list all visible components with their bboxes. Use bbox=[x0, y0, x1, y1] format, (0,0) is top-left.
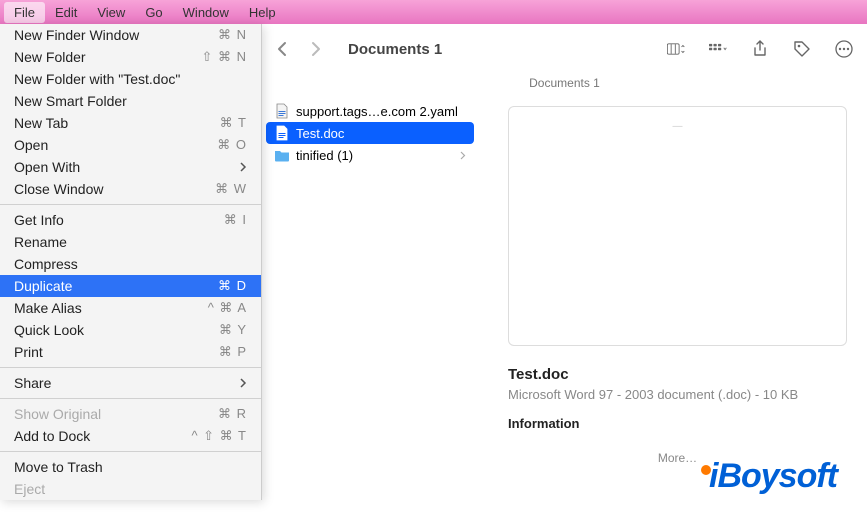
menu-item-label: Add to Dock bbox=[14, 428, 90, 444]
menu-shortcut: ⌘ D bbox=[218, 278, 247, 294]
menu-item-duplicate[interactable]: Duplicate ⌘ D bbox=[0, 275, 261, 297]
menu-item-label: New Folder bbox=[14, 49, 86, 65]
menu-item-close-window[interactable]: Close Window ⌘ W bbox=[0, 178, 261, 200]
menu-item-label: Move to Trash bbox=[14, 459, 103, 475]
finder-window: Documents 1 Documents 1 support.tags…e.c… bbox=[262, 24, 867, 514]
menu-item-label: Rename bbox=[14, 234, 67, 250]
menu-item-label: New Tab bbox=[14, 115, 68, 131]
menu-item-label: New Smart Folder bbox=[14, 93, 127, 109]
forward-button[interactable] bbox=[310, 40, 322, 58]
menu-item-open[interactable]: Open ⌘ O bbox=[0, 134, 261, 156]
menu-item-new-smart-folder[interactable]: New Smart Folder bbox=[0, 90, 261, 112]
preview-thumbnail bbox=[508, 106, 847, 346]
file-name: tinified (1) bbox=[296, 148, 353, 163]
file-name: support.tags…e.com 2.yaml bbox=[296, 104, 458, 119]
menubar-window[interactable]: Window bbox=[173, 2, 239, 23]
menu-item-rename[interactable]: Rename bbox=[0, 231, 261, 253]
menu-item-label: Eject bbox=[14, 481, 45, 497]
toolbar: Documents 1 bbox=[262, 24, 867, 74]
document-icon bbox=[274, 125, 290, 141]
menubar-view[interactable]: View bbox=[87, 2, 135, 23]
back-button[interactable] bbox=[276, 40, 288, 58]
menu-item-label: Open bbox=[14, 137, 48, 153]
chevron-right-icon bbox=[460, 151, 466, 160]
menu-separator bbox=[0, 451, 261, 452]
file-name: Test.doc bbox=[296, 126, 344, 141]
menu-item-label: Duplicate bbox=[14, 278, 72, 294]
menu-separator bbox=[0, 398, 261, 399]
menu-item-label: Close Window bbox=[14, 181, 103, 197]
menu-shortcut: ^ ⌘ A bbox=[208, 300, 247, 316]
menu-item-add-to-dock[interactable]: Add to Dock ^ ⇧ ⌘ T bbox=[0, 425, 261, 447]
menu-item-new-finder-window[interactable]: New Finder Window ⌘ N bbox=[0, 24, 261, 46]
menu-shortcut: ⌘ T bbox=[220, 115, 247, 131]
menu-shortcut: ⇧ ⌘ N bbox=[201, 49, 247, 65]
menu-item-label: New Folder with "Test.doc" bbox=[14, 71, 180, 87]
file-row[interactable]: support.tags…e.com 2.yaml bbox=[266, 100, 474, 122]
menu-item-label: Share bbox=[14, 375, 51, 391]
menubar-help[interactable]: Help bbox=[239, 2, 286, 23]
view-columns-icon[interactable] bbox=[667, 40, 685, 58]
menu-item-label: Print bbox=[14, 344, 43, 360]
chevron-right-icon bbox=[240, 378, 247, 388]
menu-item-quick-look[interactable]: Quick Look ⌘ Y bbox=[0, 319, 261, 341]
menu-item-label: Compress bbox=[14, 256, 78, 272]
document-icon bbox=[274, 103, 290, 119]
menu-shortcut: ⌘ O bbox=[217, 137, 247, 153]
menu-item-label: New Finder Window bbox=[14, 27, 139, 43]
menu-item-label: Get Info bbox=[14, 212, 64, 228]
menu-separator bbox=[0, 367, 261, 368]
menubar-file[interactable]: File bbox=[4, 2, 45, 23]
menu-item-make-alias[interactable]: Make Alias ^ ⌘ A bbox=[0, 297, 261, 319]
group-icon[interactable] bbox=[709, 40, 727, 58]
menu-item-eject: Eject bbox=[0, 478, 261, 500]
share-icon[interactable] bbox=[751, 40, 769, 58]
menubar-edit[interactable]: Edit bbox=[45, 2, 87, 23]
menu-item-label: Open With bbox=[14, 159, 80, 175]
info-heading: Information bbox=[508, 416, 847, 431]
menu-item-new-folder[interactable]: New Folder ⇧ ⌘ N bbox=[0, 46, 261, 68]
menu-shortcut: ⌘ R bbox=[218, 406, 247, 422]
menu-item-share[interactable]: Share bbox=[0, 372, 261, 394]
chevron-right-icon bbox=[240, 162, 247, 172]
menu-shortcut: ⌘ I bbox=[224, 212, 247, 228]
preview-subtitle: Microsoft Word 97 - 2003 document (.doc)… bbox=[508, 387, 847, 402]
menu-item-open-with[interactable]: Open With bbox=[0, 156, 261, 178]
menubar-go[interactable]: Go bbox=[135, 2, 172, 23]
menu-separator bbox=[0, 204, 261, 205]
menu-item-label: Show Original bbox=[14, 406, 101, 422]
menu-item-show-original: Show Original ⌘ R bbox=[0, 403, 261, 425]
menu-item-print[interactable]: Print ⌘ P bbox=[0, 341, 261, 363]
file-row[interactable]: tinified (1) bbox=[266, 144, 474, 166]
file-list: support.tags…e.com 2.yaml Test.doc tinifie… bbox=[262, 96, 478, 514]
menu-shortcut: ⌘ Y bbox=[219, 322, 247, 338]
menu-shortcut: ^ ⇧ ⌘ T bbox=[191, 428, 247, 444]
tags-icon[interactable] bbox=[793, 40, 811, 58]
file-row[interactable]: Test.doc bbox=[266, 122, 474, 144]
preview-pane: Test.doc Microsoft Word 97 - 2003 docume… bbox=[478, 96, 867, 514]
folder-icon bbox=[274, 147, 290, 163]
watermark-logo: iBoysoft bbox=[701, 457, 837, 496]
menu-item-label: Make Alias bbox=[14, 300, 82, 316]
window-title: Documents 1 bbox=[348, 41, 442, 58]
menubar: File Edit View Go Window Help bbox=[0, 0, 867, 24]
menu-item-compress[interactable]: Compress bbox=[0, 253, 261, 275]
menu-shortcut: ⌘ W bbox=[215, 181, 247, 197]
menu-item-move-to-trash[interactable]: Move to Trash bbox=[0, 456, 261, 478]
menu-item-new-tab[interactable]: New Tab ⌘ T bbox=[0, 112, 261, 134]
menu-item-label: Quick Look bbox=[14, 322, 84, 338]
menu-item-new-folder-with-test-doc-[interactable]: New Folder with "Test.doc" bbox=[0, 68, 261, 90]
more-icon[interactable] bbox=[835, 40, 853, 58]
preview-title: Test.doc bbox=[508, 366, 847, 383]
file-menu-dropdown: New Finder Window⌘ NNew Folder⇧ ⌘ NNew F… bbox=[0, 24, 262, 500]
menu-shortcut: ⌘ N bbox=[218, 27, 247, 43]
menu-item-get-info[interactable]: Get Info ⌘ I bbox=[0, 209, 261, 231]
menu-shortcut: ⌘ P bbox=[219, 344, 247, 360]
breadcrumb: Documents 1 bbox=[262, 74, 867, 96]
